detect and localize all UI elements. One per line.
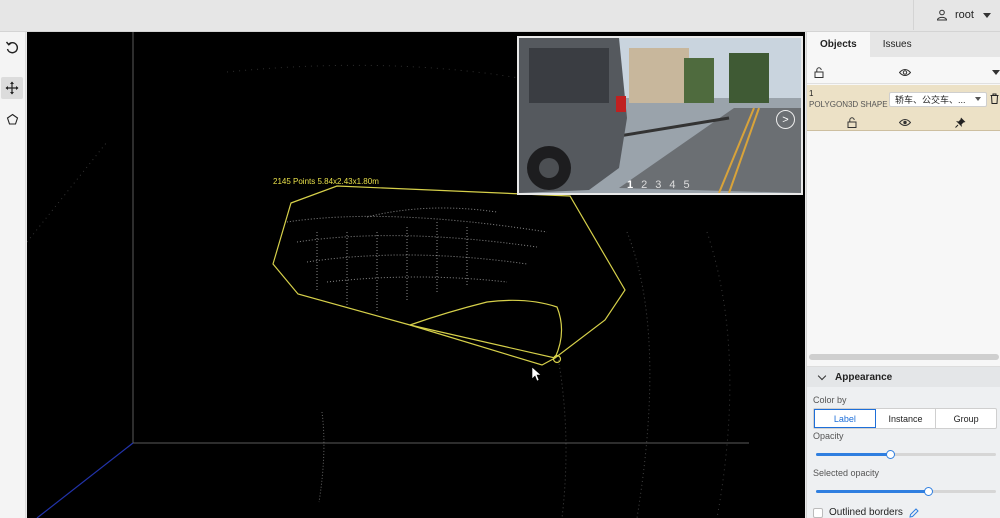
tab-objects[interactable]: Objects [807,32,870,57]
eye-icon[interactable] [899,118,911,127]
object-type: POLYGON3D SHAPE [809,100,888,109]
unlock-icon[interactable] [847,117,857,128]
outlined-borders-checkbox[interactable] [813,507,823,518]
point-cloud-canvas[interactable]: 2145 Points 5.84x2.43x1.80m 1 2 3 4 5 > [27,32,805,518]
collapse-all-icon[interactable] [992,70,1000,75]
appearance-section: Appearance Color by Label Instance Group… [807,366,1000,518]
selected-opacity-slider-fill [816,490,928,493]
opacity-slider-handle[interactable] [885,450,895,459]
outlined-borders-label: Outlined borders [829,507,903,518]
opacity-label: Opacity [813,431,844,441]
undo-icon [5,41,19,54]
points-dimension-label: 2145 Points 5.84x2.43x1.80m [273,177,379,186]
object-item[interactable]: 1 POLYGON3D SHAPE 轿车、公交车、... [807,85,1000,131]
outlined-borders-option[interactable]: Outlined borders [813,507,919,518]
delete-object-icon[interactable] [990,93,999,104]
pin-icon[interactable] [955,117,966,128]
edit-pencil-icon[interactable] [909,507,919,518]
eye-all-icon[interactable] [899,68,911,77]
move-tool-button[interactable] [1,77,23,99]
objects-scrollbar[interactable] [809,354,999,360]
polygon-icon [6,113,18,125]
chevron-down-icon [975,97,981,101]
selected-opacity-slider-handle[interactable] [923,487,933,496]
unlock-all-icon[interactable] [814,67,824,78]
appearance-header[interactable]: Appearance [807,367,1000,387]
object-label-value: 轿车、公交车、... [895,95,966,105]
objects-header [807,62,1000,84]
panel-tabs: Objects Issues [807,32,1000,57]
polygon-tool-button[interactable] [1,108,23,130]
next-camera-button[interactable]: > [776,110,795,129]
user-icon [936,9,948,21]
camera-frame-5[interactable]: 5 [684,179,690,191]
user-menu[interactable]: root [913,0,1000,30]
undo-button[interactable] [1,36,23,58]
opacity-slider[interactable] [816,450,996,459]
object-label-select[interactable]: 轿车、公交车、... [889,92,987,107]
color-by-instance-option[interactable]: Instance [876,409,937,428]
color-by-group-option[interactable]: Group [936,409,996,428]
color-by-label-option[interactable]: Label [814,409,876,428]
tab-issues[interactable]: Issues [870,32,925,57]
selected-opacity-slider[interactable] [816,487,996,496]
opacity-slider-fill [816,453,890,456]
appearance-title: Appearance [835,371,893,383]
camera-preview[interactable]: 1 2 3 4 5 > [517,36,803,195]
camera-image [519,38,801,193]
top-bar: root [0,0,1000,32]
move-icon [5,81,19,95]
color-by-selector: Label Instance Group [813,408,997,429]
camera-frame-4[interactable]: 4 [669,179,675,191]
color-by-label: Color by [813,395,847,405]
caret-down-icon [982,12,991,18]
chevron-right-icon: > [782,113,789,126]
user-name: root [955,9,974,21]
chevron-down-icon [817,371,827,380]
left-toolbar [0,32,26,518]
camera-frame-3[interactable]: 3 [655,179,661,191]
camera-frame-1[interactable]: 1 [627,179,633,191]
object-id: 1 [809,89,814,98]
object-actions [807,115,1000,129]
selected-opacity-label: Selected opacity [813,468,880,478]
right-panel: Objects Issues 1 POLYGON3D SHAPE 轿车、公交车、… [806,32,1000,518]
camera-frame-2[interactable]: 2 [641,179,647,191]
camera-frame-selector: 1 2 3 4 5 [627,179,690,191]
